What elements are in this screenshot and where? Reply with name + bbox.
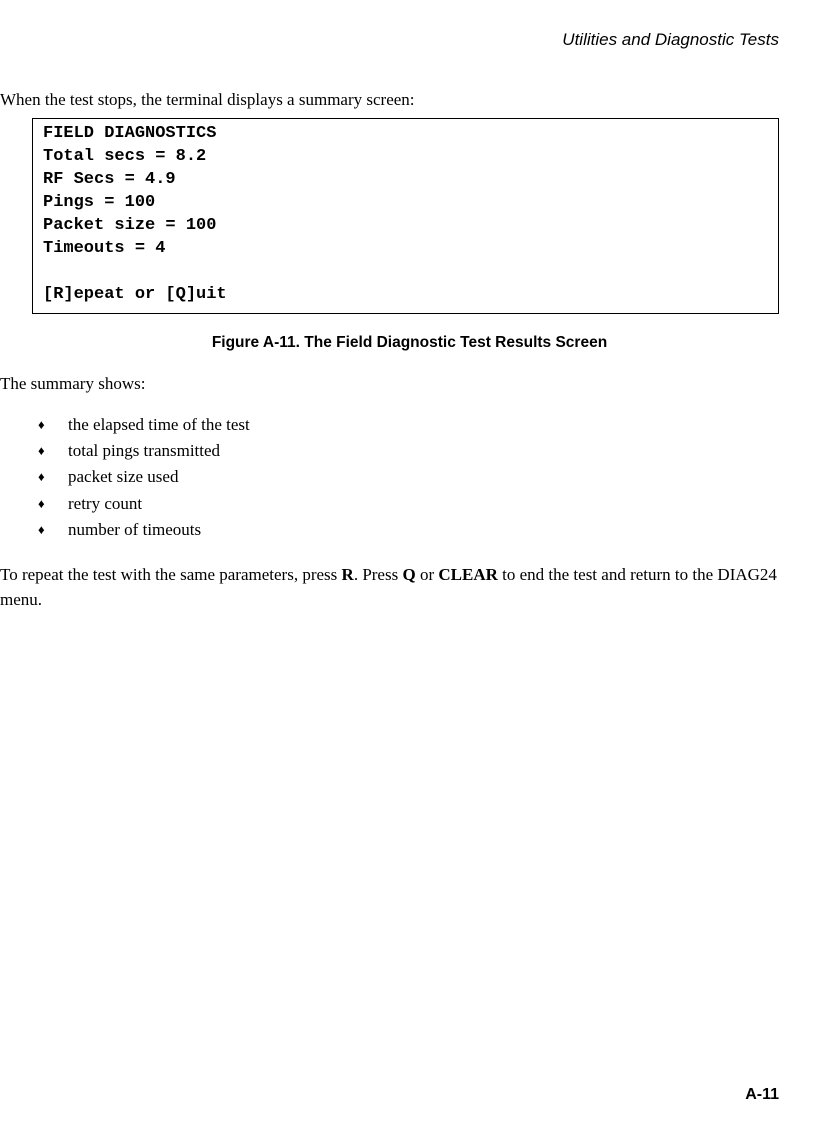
- figure-caption: Figure A-11. The Field Diagnostic Test R…: [0, 334, 819, 352]
- code-line-6: Timeouts = 4: [43, 239, 165, 258]
- closing-paragraph: To repeat the test with the same paramet…: [0, 563, 819, 612]
- page-number: A-11: [745, 1086, 779, 1104]
- header-title: Utilities and Diagnostic Tests: [562, 30, 779, 49]
- code-line-8: [R]epeat or [Q]uit: [43, 285, 227, 304]
- terminal-output-box: FIELD DIAGNOSTICS Total secs = 8.2 RF Se…: [32, 118, 779, 314]
- code-line-1: FIELD DIAGNOSTICS: [43, 124, 216, 143]
- intro-text: When the test stops, the terminal displa…: [0, 90, 819, 110]
- list-item: packet size used: [38, 464, 819, 490]
- list-item: number of timeouts: [38, 517, 819, 543]
- key-r: R: [342, 565, 354, 584]
- code-line-5: Packet size = 100: [43, 216, 216, 235]
- code-line-2: Total secs = 8.2: [43, 147, 206, 166]
- closing-prefix: To repeat the test with the same paramet…: [0, 565, 342, 584]
- list-item: total pings transmitted: [38, 438, 819, 464]
- summary-intro: The summary shows:: [0, 374, 819, 394]
- code-line-4: Pings = 100: [43, 193, 155, 212]
- list-item: the elapsed time of the test: [38, 412, 819, 438]
- closing-mid2: or: [416, 565, 439, 584]
- code-line-3: RF Secs = 4.9: [43, 170, 176, 189]
- key-clear: CLEAR: [438, 565, 498, 584]
- page-header: Utilities and Diagnostic Tests: [0, 0, 819, 50]
- closing-mid1: . Press: [354, 565, 403, 584]
- key-q: Q: [402, 565, 415, 584]
- list-item: retry count: [38, 491, 819, 517]
- summary-bullet-list: the elapsed time of the test total pings…: [0, 412, 819, 544]
